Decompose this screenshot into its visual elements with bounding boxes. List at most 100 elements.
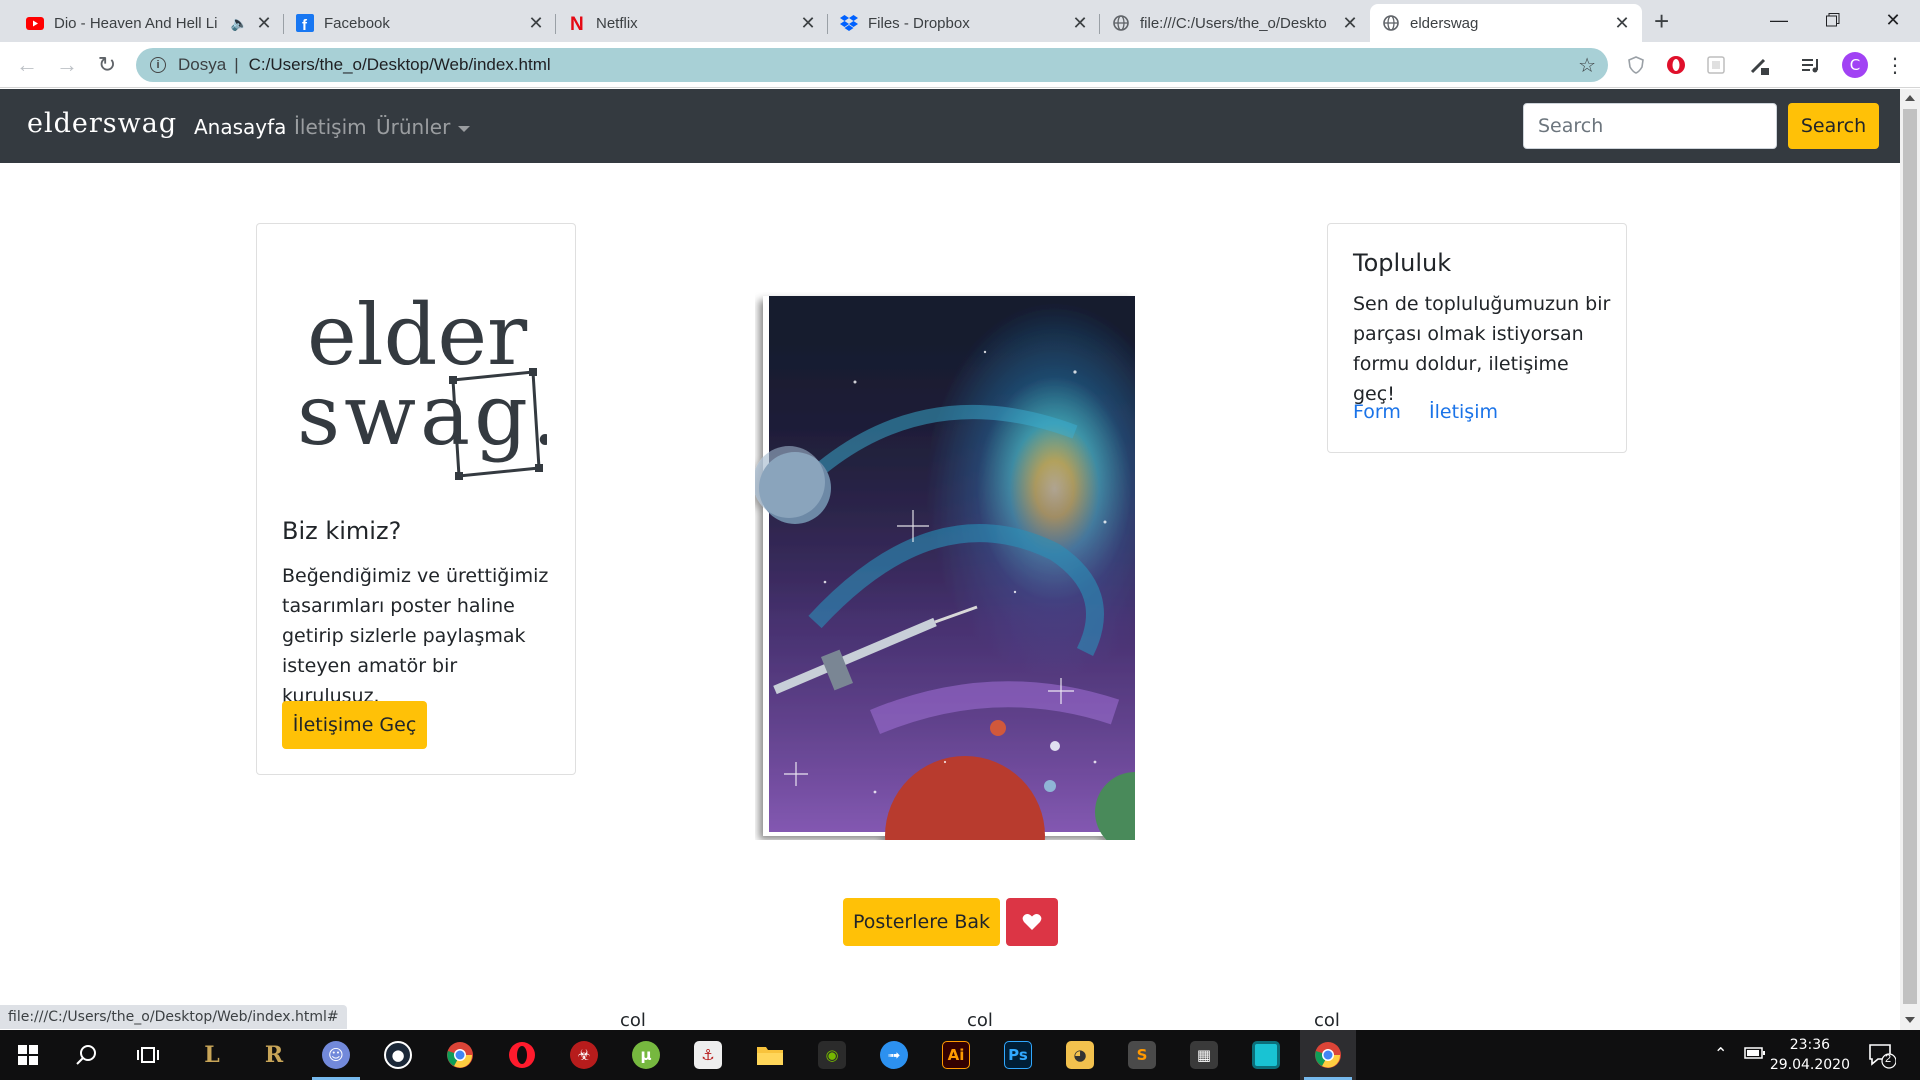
league-of-legends-icon[interactable]: L [184, 1030, 240, 1080]
elderswag-logo: elder swag. [297, 286, 547, 480]
page-scrollbar[interactable] [1900, 89, 1920, 1030]
clock-time: 23:36 [1789, 1037, 1831, 1053]
tab-facebook[interactable]: f Facebook ✕ [284, 4, 556, 42]
contact-button[interactable]: İletişime Geç [282, 701, 427, 749]
sublime-icon[interactable]: S [1114, 1030, 1170, 1080]
search-button[interactable]: Search [1788, 103, 1879, 149]
nav-link-contact[interactable]: İletişim [294, 115, 367, 139]
extension-icon[interactable] [1705, 54, 1727, 76]
contact-link[interactable]: İletişim [1429, 401, 1498, 423]
close-tab-icon[interactable]: ✕ [528, 13, 544, 34]
shield-extension-icon[interactable] [1625, 54, 1647, 76]
caret-down-icon [458, 125, 471, 132]
info-icon[interactable]: i [150, 57, 166, 73]
search-input[interactable] [1523, 103, 1777, 149]
speaker-muted-icon[interactable]: 🔈 [231, 15, 248, 32]
profile-avatar[interactable]: C [1842, 52, 1868, 78]
close-tab-icon[interactable]: ✕ [1342, 13, 1358, 34]
app-icon[interactable]: ⚓ [680, 1030, 736, 1080]
community-title: Topluluk [1353, 249, 1452, 277]
scroll-down-icon[interactable] [1905, 1017, 1915, 1023]
windows-taskbar: L R ☺ ● ☣ μ ⚓ ◉ ➟ Ai Ps ◕ S ▦ ⌃ 23:36 29… [0, 1030, 1920, 1080]
discord-icon[interactable]: ☺ [308, 1030, 364, 1080]
like-button[interactable] [1006, 898, 1058, 946]
windows-start-icon[interactable] [0, 1030, 56, 1080]
messenger-icon[interactable]: ➟ [866, 1030, 922, 1080]
close-tab-icon[interactable]: ✕ [1614, 13, 1630, 34]
task-view-icon[interactable] [120, 1030, 176, 1080]
forward-icon[interactable]: → [52, 50, 82, 80]
form-link[interactable]: Form [1353, 401, 1401, 423]
search-icon[interactable] [58, 1030, 114, 1080]
nvidia-icon[interactable]: ◉ [804, 1030, 860, 1080]
separator: | [234, 55, 239, 74]
tab-title: elderswag [1410, 14, 1479, 32]
game-icon[interactable]: ☣ [556, 1030, 612, 1080]
nav-link-home[interactable]: Anasayfa [194, 115, 286, 139]
back-icon[interactable]: ← [12, 50, 42, 80]
close-tab-icon[interactable]: ✕ [256, 13, 272, 34]
col-label: col [620, 1010, 646, 1031]
opera-extension-icon[interactable] [1665, 54, 1687, 76]
restore-icon[interactable] [1806, 0, 1860, 40]
menu-kebab-icon[interactable]: ⋮ [1884, 54, 1906, 77]
steam-icon[interactable]: ● [370, 1030, 426, 1080]
logo-line-2: swag. [297, 366, 547, 464]
app2-icon[interactable]: ◕ [1052, 1030, 1108, 1080]
nav-dropdown-products[interactable]: Ürünler [376, 115, 471, 139]
poster-image [753, 292, 1175, 916]
minimize-icon[interactable]: — [1752, 0, 1806, 40]
notification-center-icon[interactable]: 2 [1866, 1040, 1897, 1070]
opera-icon[interactable] [494, 1030, 550, 1080]
system-clock[interactable]: 23:36 29.04.2020 [1770, 1035, 1850, 1075]
illustrator-icon[interactable]: Ai [928, 1030, 984, 1080]
tab-title: Dio - Heaven And Hell Li [54, 14, 218, 32]
youtube-icon [26, 14, 44, 32]
brand-text: elderswag [27, 108, 178, 139]
status-bar-url: file:///C:/Users/the_o/Desktop/Web/index… [0, 1005, 347, 1029]
close-tab-icon[interactable]: ✕ [1072, 13, 1088, 34]
tab-file[interactable]: file:///C:/Users/the_o/Deskto ✕ [1100, 4, 1370, 42]
app3-icon[interactable]: ▦ [1176, 1030, 1232, 1080]
clock-date: 29.04.2020 [1769, 1057, 1850, 1073]
tab-title: Facebook [324, 14, 390, 32]
tab-dropbox[interactable]: Files - Dropbox ✕ [828, 4, 1100, 42]
photoshop-label: Ps [1004, 1041, 1032, 1069]
brand-logo[interactable]: elderswag [27, 108, 177, 139]
close-tab-icon[interactable]: ✕ [800, 13, 816, 34]
tab-elderswag[interactable]: elderswag ✕ [1370, 4, 1642, 42]
scroll-thumb[interactable] [1903, 109, 1917, 1004]
tab-youtube[interactable]: Dio - Heaven And Hell Li 🔈 ✕ [14, 4, 284, 42]
nav-dropdown-label: Ürünler [376, 115, 451, 139]
media-control-icon[interactable] [1800, 54, 1822, 76]
netflix-icon: N [568, 14, 586, 32]
dropbox-icon [840, 14, 858, 32]
about-text: Beğendiğimiz ve ürettiğimiz tasarımları … [282, 565, 549, 707]
riot-icon[interactable]: R [246, 1030, 302, 1080]
address-bar[interactable]: i Dosya | C:/Users/the_o/Desktop/Web/ind… [136, 48, 1608, 82]
battery-icon[interactable] [1744, 1046, 1766, 1065]
utorrent-icon[interactable]: μ [618, 1030, 674, 1080]
community-card: Topluluk Sen de topluluğumuzun bir parça… [1327, 223, 1627, 453]
globe-icon [1382, 14, 1400, 32]
browser-toolbar: ← → ↻ i Dosya | C:/Users/the_o/Desktop/W… [0, 42, 1920, 88]
close-window-icon[interactable]: ✕ [1866, 0, 1920, 40]
view-posters-button[interactable]: Posterlere Bak [843, 898, 1000, 946]
new-tab-button[interactable]: + [1654, 6, 1669, 37]
photoshop-icon[interactable]: Ps [990, 1030, 1046, 1080]
app4-icon[interactable] [1238, 1030, 1294, 1080]
bookmark-star-icon[interactable]: ☆ [1578, 53, 1596, 78]
scroll-up-icon[interactable] [1905, 95, 1915, 101]
reload-icon[interactable]: ↻ [92, 50, 122, 80]
eyedropper-extension-icon[interactable] [1748, 54, 1770, 76]
scheme-label: Dosya [178, 55, 227, 74]
tab-netflix[interactable]: N Netflix ✕ [556, 4, 828, 42]
chrome-icon[interactable] [432, 1030, 488, 1080]
col-label: col [1314, 1010, 1340, 1031]
chrome-active-icon[interactable] [1300, 1030, 1356, 1080]
notification-count: 2 [1885, 1053, 1892, 1065]
tray-chevron-up-icon[interactable]: ⌃ [1714, 1044, 1727, 1064]
tab-title: file:///C:/Users/the_o/Deskto [1140, 14, 1327, 32]
url-text[interactable]: C:/Users/the_o/Desktop/Web/index.html [249, 55, 551, 75]
file-explorer-icon[interactable] [742, 1030, 798, 1080]
